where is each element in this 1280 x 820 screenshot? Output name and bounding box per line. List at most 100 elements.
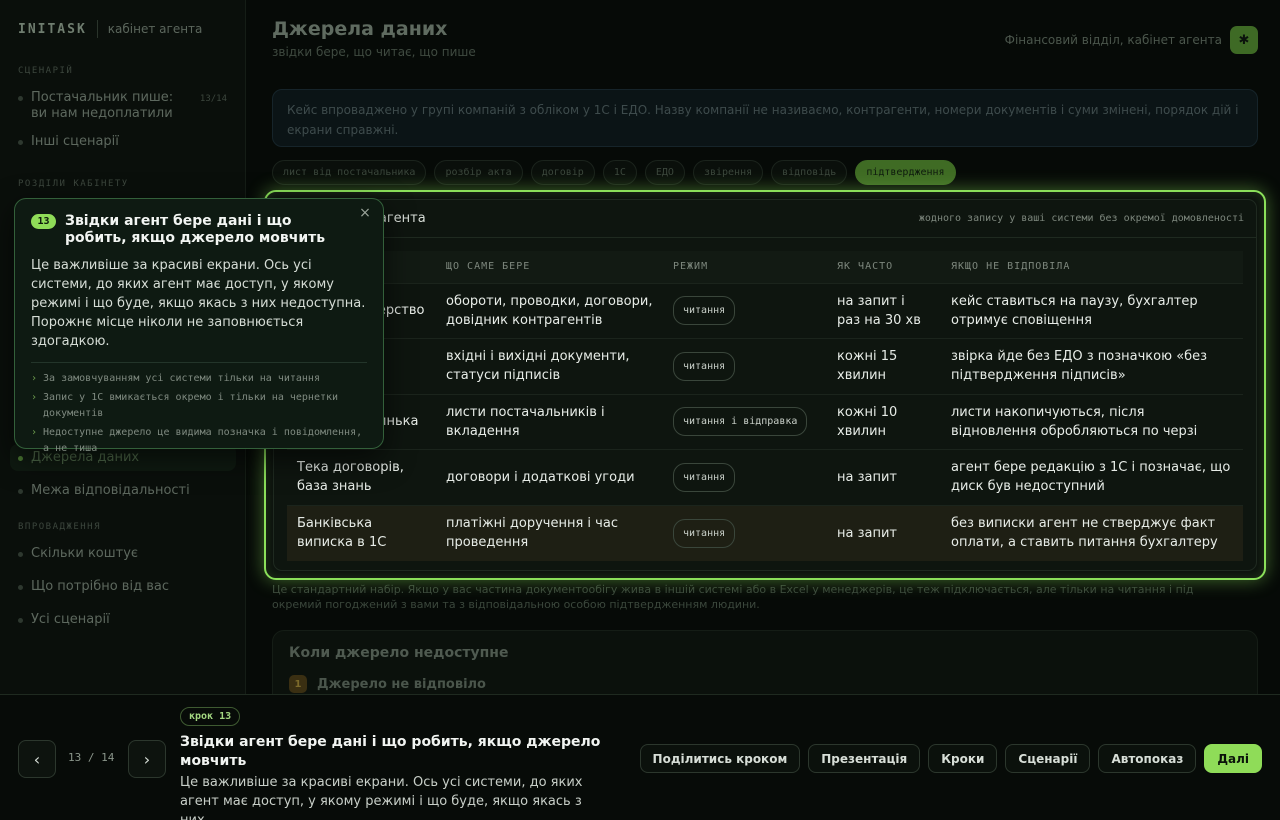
presentation-button[interactable]: Презентація [808,744,921,773]
unavailable-row[interactable]: 1 Джерело не відповіло [289,675,1241,693]
chip-edo[interactable]: ЕДО [644,160,685,185]
data-sources-footnote: Це стандартний набір. Якщо у вас частина… [272,583,1194,611]
next-button[interactable]: Далі [1204,744,1262,773]
list-item: › Запис у 1С вмикається окремо і тільки н… [31,390,367,422]
sidebar-item-other-scenarios[interactable]: Інші сценарії [18,128,227,155]
case-note: Кейс впроваджено у групі компаній з облі… [272,89,1258,147]
autoplay-button[interactable]: Автопоказ [1098,744,1197,773]
mode-badge: читання [673,296,736,326]
sidebar-item-label: Постачальник пише: ви нам недоплатили [31,90,174,121]
bullet-icon [18,585,23,590]
chip-reconciliation[interactable]: звірення [692,160,764,185]
bullet-text: Недоступне джерело це видима позначка і … [43,427,363,454]
spotlight-frame: Карта даних агента жодного запису у ваші… [264,190,1266,580]
avatar[interactable]: ✱ [1230,26,1258,54]
cell-frequency: на запит [827,504,941,561]
table-row: Спільна скринька листи постачальників і … [287,393,1243,450]
data-map-card: Карта даних агента жодного запису у ваші… [273,199,1257,571]
column-header-fallback: ЯКЩО НЕ ВІДПОВІЛА [941,251,1243,283]
sidebar-item-label: Межа відповідальності [31,483,190,498]
bullet-icon [18,489,23,494]
cell-fallback: листи накопичуються, після відновлення о… [941,393,1243,450]
cell-mode: читання і відправка [663,393,827,450]
table-row: ЕДО вхідні і вихідні документи, статуси … [287,338,1243,394]
card-hint: жодного запису у ваші системи без окремо… [918,213,1244,224]
step-description: Це важливіше за красиві екрани. Ось усі … [180,775,583,820]
chip-confirmation[interactable]: підтвердження [855,160,956,185]
sidebar-item-label: Усі сценарії [31,612,110,627]
cell-source: Банківська виписка в 1С [287,504,436,561]
header-context: Фінансовий відділ, кабінет агента ✱ [1005,26,1258,54]
sidebar-section-scenario: СЦЕНАРІЙ [18,66,74,76]
sidebar-item-cost[interactable]: Скільки коштує [18,540,228,567]
page-subtitle: звідки бере, що читає, що пише [272,45,476,59]
step-tag: крок 13 [180,707,241,726]
brand-logo: INITASK [18,21,87,37]
prev-step-button[interactable]: ‹ [18,740,56,778]
sidebar-item-current-scenario[interactable]: Постачальник пише: ви нам недоплатили 13… [18,84,227,128]
next-step-arrow-button[interactable]: › [128,740,166,778]
cell-what: обороти, проводки, договори, довідник ко… [436,282,663,339]
table-wrapper: ДЖЕРЕЛО ЩО САМЕ БЕРЕ РЕЖИМ ЯК ЧАСТО ЯКЩО… [274,238,1256,561]
column-header-what: ЩО САМЕ БЕРЕ [436,251,663,283]
cell-fallback: агент бере редакцію з 1С і позначає, що … [941,449,1243,505]
cell-source: Тека договорів, база знань [287,449,436,505]
chevron-right-icon: › [31,392,38,403]
mode-badge: читання і відправка [673,407,808,437]
chevron-right-icon: › [143,749,151,769]
bullet-icon [18,96,23,101]
chip-1c[interactable]: 1С [602,160,637,185]
sidebar-item-label: Скільки коштує [31,546,139,561]
cell-mode: читання [663,338,827,394]
bullet-icon [18,552,23,557]
row-number: 1 [289,675,307,693]
brand-divider [96,20,98,38]
tour-tooltip: × 13 Звідки агент бере дані і що робить,… [14,198,384,454]
table-header-row: ДЖЕРЕЛО ЩО САМЕ БЕРЕ РЕЖИМ ЯК ЧАСТО ЯКЩО… [287,251,1243,283]
sidebar-section-next: ВПРОВАДЖЕННЯ [18,522,102,532]
cell-what: вхідні і вихідні документи, статуси підп… [436,338,663,394]
cell-mode: читання [663,282,827,339]
list-item: › За замовчуванням усі системи тільки на … [31,371,367,387]
app-root: INITASK кабінет агента СЦЕНАРІЙ Постачал… [0,0,1280,820]
close-icon[interactable]: × [357,205,373,221]
chip-contract[interactable]: договір [530,160,595,185]
data-sources-table: ДЖЕРЕЛО ЩО САМЕ БЕРЕ РЕЖИМ ЯК ЧАСТО ЯКЩО… [287,251,1243,561]
sidebar-item-requirements[interactable]: Що потрібно від вас [18,573,228,600]
chip-act-analysis[interactable]: розбір акта [434,160,523,185]
cell-mode: читання [663,504,827,561]
table-row-highlighted: Банківська виписка в 1С платіжні доручен… [287,504,1243,561]
steps-button[interactable]: Кроки [928,744,998,773]
section-title: Коли джерело недоступне [289,645,509,661]
bullet-icon [18,140,23,145]
tooltip-bullets: › За замовчуванням усі системи тільки на … [31,371,367,457]
cell-frequency: на запит і раз на 30 хв [827,282,941,339]
mode-badge: читання [673,518,736,548]
scenarios-button[interactable]: Сценарії [1005,744,1091,773]
page-title: Джерела даних [272,18,448,40]
chevron-right-icon: › [31,373,38,384]
bullet-text: Запис у 1С вмикається окремо і тільки на… [43,392,339,419]
cell-mode: читання [663,449,827,505]
chip-reply[interactable]: відповідь [771,160,848,185]
brand: INITASK кабінет агента [18,18,227,40]
sidebar-item-responsibility[interactable]: Межа відповідальності [18,477,228,504]
sidebar-item-all-scenarios[interactable]: Усі сценарії [18,606,228,633]
tour-bottom-bar: ‹ 13 / 14 › крок 13 Звідки агент бере да… [0,694,1280,820]
step-number-badge: 13 [31,214,56,229]
divider [31,362,367,363]
row-label: Джерело не відповіло [317,676,486,692]
bullet-text: За замовчуванням усі системи тільки на ч… [43,373,320,384]
cell-frequency: на запит [827,449,941,505]
cell-fallback: звірка йде без ЕДО з позначкою «без підт… [941,338,1243,394]
chevron-left-icon: ‹ [33,749,41,769]
table-row: 1С: Бухгалтерство обороти, проводки, дог… [287,282,1243,339]
cell-what: платіжні доручення і час проведення [436,504,663,561]
page-header: Джерела даних звідки бере, що читає, що … [272,18,476,59]
chip-supplier-letter[interactable]: лист від постачальника [272,160,427,185]
list-item: › Недоступне джерело це видима позначка і… [31,425,367,457]
tooltip-title: Звідки агент бере дані і що робить, якщо… [65,213,326,246]
scenario-progress-count: 13/14 [199,94,227,104]
share-step-button[interactable]: Поділитись кроком [639,744,801,773]
step-pager: 13 / 14 [68,751,115,764]
